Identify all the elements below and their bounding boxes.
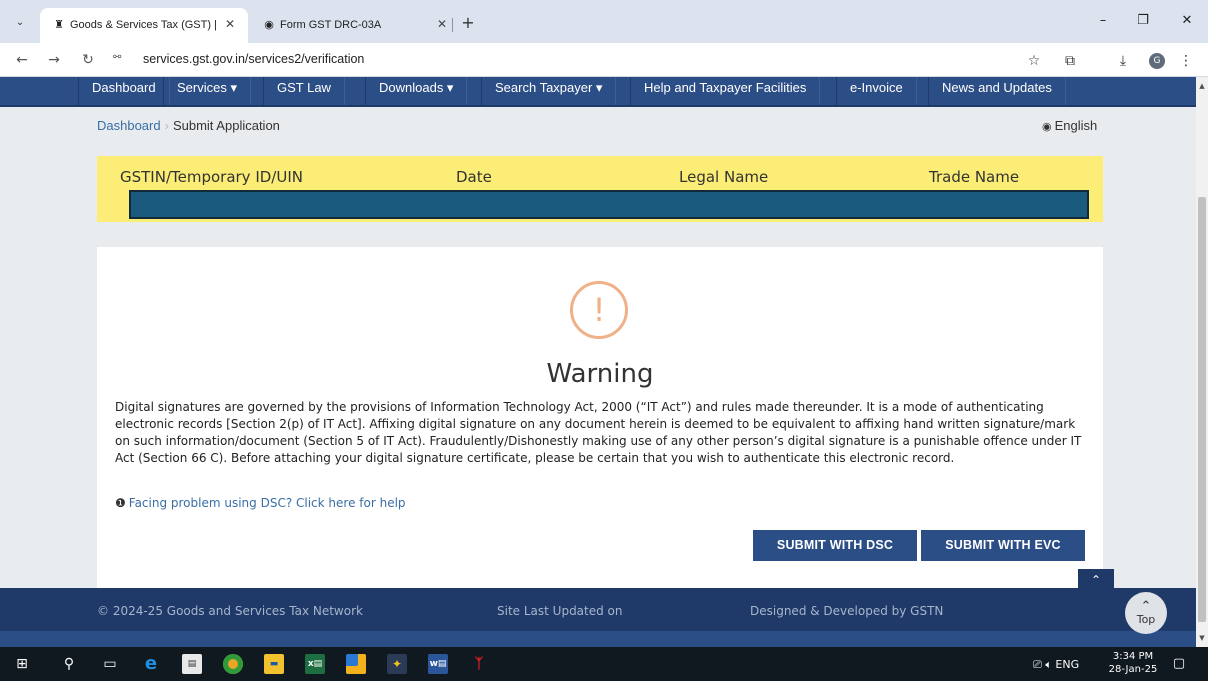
- reload-icon[interactable]: ↻: [78, 50, 98, 70]
- tab-divider: [452, 18, 453, 32]
- breadcrumb-separator: ›: [164, 118, 169, 133]
- nav-help[interactable]: Help and Taxpayer Facilities: [630, 77, 821, 105]
- footer-designed-by: Designed & Developed by GSTN: [750, 604, 944, 618]
- search-icon[interactable]: ⚲: [59, 654, 79, 674]
- warning-exclamation-icon: !: [570, 281, 628, 339]
- notification-icon[interactable]: ▢: [1170, 655, 1188, 673]
- scroll-up-icon[interactable]: ▲: [1196, 81, 1208, 91]
- tab-search-icon[interactable]: ⌄: [10, 14, 30, 32]
- taxpayer-values-bar: [129, 190, 1089, 219]
- clock[interactable]: 3:34 PM 28-Jan-25: [1108, 650, 1158, 676]
- language-label: English: [1054, 118, 1098, 133]
- nav-gst-law[interactable]: GST Law: [263, 77, 345, 105]
- site-info-icon[interactable]: ⚯: [113, 52, 121, 63]
- info-icon: ❶: [115, 496, 126, 510]
- acrobat-icon[interactable]: ᛉ: [469, 654, 489, 674]
- file-explorer-icon[interactable]: ▬: [264, 654, 284, 674]
- input-language[interactable]: ENG: [1055, 658, 1079, 671]
- volume-icon[interactable]: 🔈︎: [1045, 658, 1052, 671]
- tab-drc03a[interactable]: ◉ Form GST DRC-03A ✕: [250, 8, 460, 43]
- footer-band: [0, 631, 1196, 647]
- bookmark-star-icon[interactable]: ☆: [1024, 51, 1044, 71]
- language-selector[interactable]: ◉ English: [1042, 118, 1097, 133]
- breadcrumb-dashboard[interactable]: Dashboard: [97, 118, 161, 133]
- address-bar-row: ← → ↻ ⚯ services.gst.gov.in/services2/ve…: [0, 43, 1208, 77]
- close-tab-icon[interactable]: ✕: [222, 16, 238, 32]
- restore-icon[interactable]: ❐: [1128, 10, 1158, 32]
- task-view-icon[interactable]: ▭: [100, 654, 120, 674]
- nav-services[interactable]: Services ▾: [163, 77, 251, 105]
- taxpayer-info-box: GSTIN/Temporary ID/UIN Date Legal Name T…: [97, 156, 1103, 222]
- close-tab-icon[interactable]: ✕: [434, 16, 450, 32]
- word-icon[interactable]: w▤: [428, 654, 448, 674]
- submit-with-evc-button[interactable]: SUBMIT WITH EVC: [921, 530, 1085, 561]
- star-app-icon[interactable]: ✦: [387, 654, 407, 674]
- new-tab-icon[interactable]: +: [458, 13, 478, 33]
- url-text: services.gst.gov.in/services2/verificati…: [143, 52, 365, 66]
- gst-emblem-icon: ♜: [54, 19, 64, 31]
- back-icon[interactable]: ←: [12, 50, 32, 70]
- clock-time: 3:34 PM: [1112, 651, 1154, 662]
- site-footer: © 2024-25 Goods and Services Tax Network…: [0, 588, 1196, 647]
- legal-name-header: Legal Name: [679, 168, 769, 186]
- windows-taskbar: ⊞ ⚲ ▭ e ▤ ▬ x▤ ✦ w▤ ᛉ ⎚ 🔈︎ ENG 3:34 PM 2…: [0, 647, 1208, 681]
- nav-downloads[interactable]: Downloads ▾: [365, 77, 468, 105]
- url-field[interactable]: ⚯ services.gst.gov.in/services2/verifica…: [105, 49, 1005, 71]
- globe-icon: ◉: [264, 19, 274, 31]
- warning-title: Warning: [546, 359, 654, 389]
- excel-icon[interactable]: x▤: [305, 654, 325, 674]
- footer-last-updated: Site Last Updated on: [497, 604, 623, 618]
- tab-title: Goods & Services Tax (GST) | Se: [70, 19, 220, 31]
- breadcrumb-current: Submit Application: [172, 118, 280, 133]
- edge-browser-icon[interactable]: e: [141, 654, 161, 674]
- nav-dashboard[interactable]: Dashboard: [78, 77, 170, 105]
- windows-start-icon[interactable]: ⊞: [12, 654, 32, 674]
- browser-menu-icon[interactable]: ⋮: [1176, 51, 1196, 71]
- notes-app-icon[interactable]: ▤: [182, 654, 202, 674]
- back-to-top-label: Top: [1136, 613, 1156, 626]
- date-header: Date: [456, 168, 492, 186]
- minimize-icon[interactable]: –: [1088, 10, 1118, 32]
- nav-news-updates[interactable]: News and Updates: [928, 77, 1066, 105]
- dsc-help-link[interactable]: ❶ Facing problem using DSC? Click here fo…: [115, 496, 406, 510]
- back-to-top-button[interactable]: ⌃ Top: [1125, 592, 1167, 634]
- warning-card: ! Warning Digital signatures are governe…: [97, 247, 1114, 591]
- trade-name-header: Trade Name: [929, 168, 1020, 186]
- forward-icon[interactable]: →: [44, 50, 64, 70]
- page-scrollbar[interactable]: ▲ ▼: [1196, 77, 1208, 647]
- download-icon[interactable]: ⤓: [1113, 51, 1133, 71]
- extensions-icon[interactable]: ⧉: [1060, 51, 1080, 71]
- tab-title: Form GST DRC-03A: [280, 19, 382, 31]
- profile-avatar[interactable]: G: [1149, 53, 1165, 69]
- chevron-up-icon: ⌃: [1140, 599, 1152, 614]
- browser-tab-strip: ⌄ ♜ Goods & Services Tax (GST) | Se ✕ ◉ …: [0, 0, 1208, 43]
- dsc-help-label: Facing problem using DSC? Click here for…: [128, 496, 406, 510]
- network-icon[interactable]: ⎚: [1033, 658, 1042, 671]
- site-navbar: Dashboard Services ▾ GST Law Downloads ▾…: [0, 77, 1196, 107]
- system-tray[interactable]: ⎚ 🔈︎ ENG: [1033, 658, 1079, 672]
- nav-search-taxpayer[interactable]: Search Taxpayer ▾: [481, 77, 617, 105]
- nav-e-invoice[interactable]: e-Invoice: [836, 77, 917, 105]
- footer-copyright: © 2024-25 Goods and Services Tax Network: [97, 604, 363, 618]
- globe-icon: ◉: [1042, 121, 1052, 133]
- breadcrumb: Dashboard › Submit Application: [97, 118, 280, 133]
- app-tile-icon[interactable]: [346, 654, 366, 674]
- scroll-thumb[interactable]: [1198, 197, 1206, 622]
- window-close-icon[interactable]: ✕: [1172, 10, 1202, 32]
- chrome-icon[interactable]: [223, 654, 243, 674]
- submit-with-dsc-button[interactable]: SUBMIT WITH DSC: [753, 530, 917, 561]
- warning-text: Digital signatures are governed by the p…: [115, 400, 1082, 465]
- clock-date: 28-Jan-25: [1108, 664, 1158, 675]
- gstin-header: GSTIN/Temporary ID/UIN: [120, 168, 303, 186]
- tab-gst[interactable]: ♜ Goods & Services Tax (GST) | Se ✕: [40, 8, 248, 43]
- scroll-down-icon[interactable]: ▼: [1196, 633, 1208, 643]
